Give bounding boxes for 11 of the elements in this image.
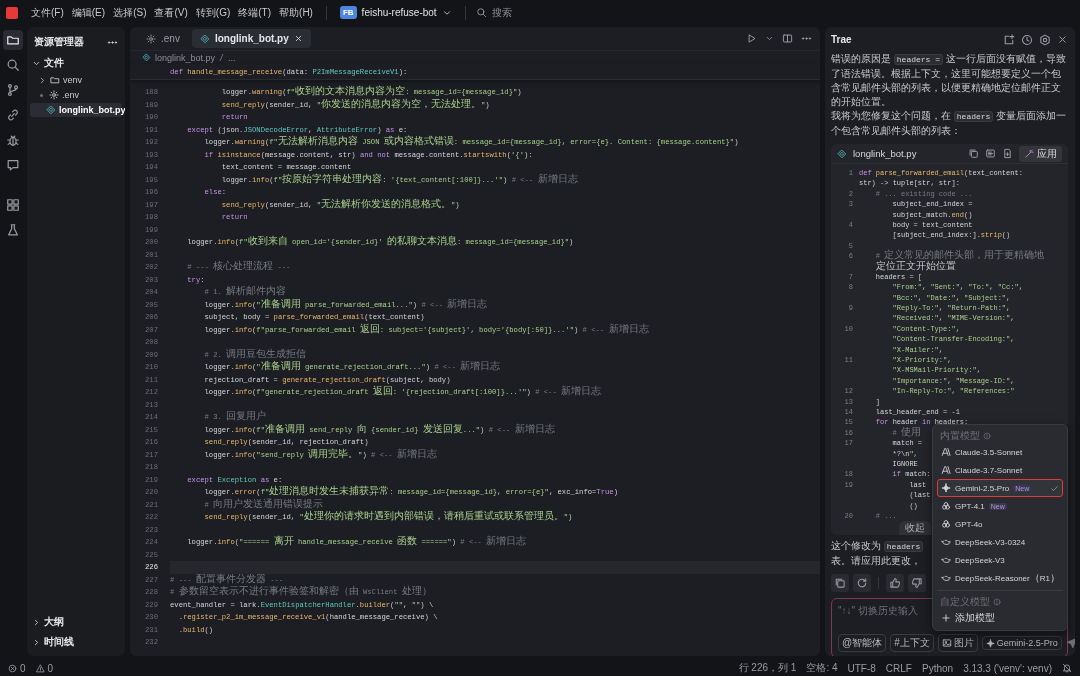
code-line: 定位正文开始位置 — [874, 261, 956, 272]
panel-title: 资源管理器 — [34, 35, 84, 49]
message-text: 我将为您修复这个问题，在 headers 变量后面添加一个包含常见邮件头部的列表： — [831, 109, 1068, 138]
message-text: 表。请应用此更改， — [831, 554, 921, 569]
message-text: 错误的原因是 headers = 这一行后面没有赋值，导致了语法错误。根据上下文，这里可能想要定义一个包含常见邮件头部的列表，以便更精确地定位邮件正文的开始位置。 — [831, 52, 1067, 109]
panel-title: Trae — [831, 34, 852, 45]
project-badge: FB — [339, 6, 357, 19]
warning-count: 0 — [47, 662, 54, 674]
message-text: 这个修改为 headers — [831, 539, 924, 555]
error-count: 0 — [20, 662, 26, 674]
file-name: longlink_bot.py — [853, 148, 917, 159]
